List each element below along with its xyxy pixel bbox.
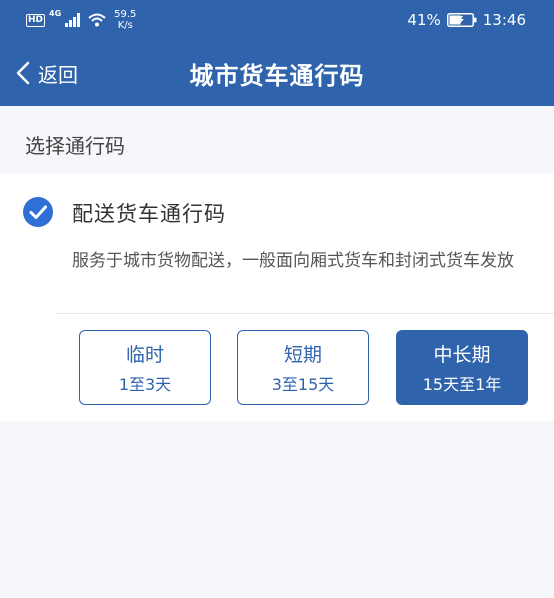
duration-range: 1至3天 [118,375,172,394]
back-label: 返回 [38,62,78,87]
duration-name: 短期 [283,344,322,366]
checkmark-icon[interactable] [23,197,53,227]
network-speed: 59.5 K/s [114,9,136,31]
delivery-pass-option[interactable]: 配送货车通行码 [0,174,554,254]
duration-range: 3至15天 [271,375,335,394]
hd-badge: HD [26,13,46,27]
battery-percent: 41% [407,11,441,29]
option-label: 配送货车通行码 [72,202,226,226]
duration-short-term-button[interactable]: 短期 3至15天 [237,330,369,405]
chevron-left-icon [16,61,30,85]
duration-name: 中长期 [433,344,491,366]
status-bar: HD 4G 59.5 K/s 41% 13:46 [0,0,554,40]
battery-icon [446,13,477,27]
duration-range: 15天至1年 [422,375,502,394]
speed-value: 59.5 [114,9,137,20]
duration-temporary-button[interactable]: 临时 1至3天 [79,330,211,405]
back-button[interactable]: 返回 [16,54,78,92]
speed-unit: K/s [117,20,133,31]
option-description: 服务于城市货物配送，一般面向厢式货车和封闭式货车发放 [72,251,514,271]
pass-code-card: 配送货车通行码 服务于城市货物配送，一般面向厢式货车和封闭式货车发放 临时 1至… [0,174,554,421]
status-right: 41% 13:46 [407,8,526,32]
divider [56,313,554,314]
section-header: 选择通行码 [0,106,554,174]
clock: 13:46 [482,11,526,29]
app-header: HD 4G 59.5 K/s 41% 13:46 返回 城市货车通行码 [0,0,554,106]
wifi-icon [88,13,106,27]
nav-bar: 返回 城市货车通行码 [0,40,554,106]
page-title: 城市货车通行码 [189,62,365,90]
section-title: 选择通行码 [25,134,125,158]
network-type: 4G [49,9,62,18]
status-left: HD 4G 59.5 K/s [26,8,136,32]
duration-long-term-button[interactable]: 中长期 15天至1年 [396,330,528,405]
duration-name: 临时 [125,344,164,366]
signal-icon [65,13,81,27]
